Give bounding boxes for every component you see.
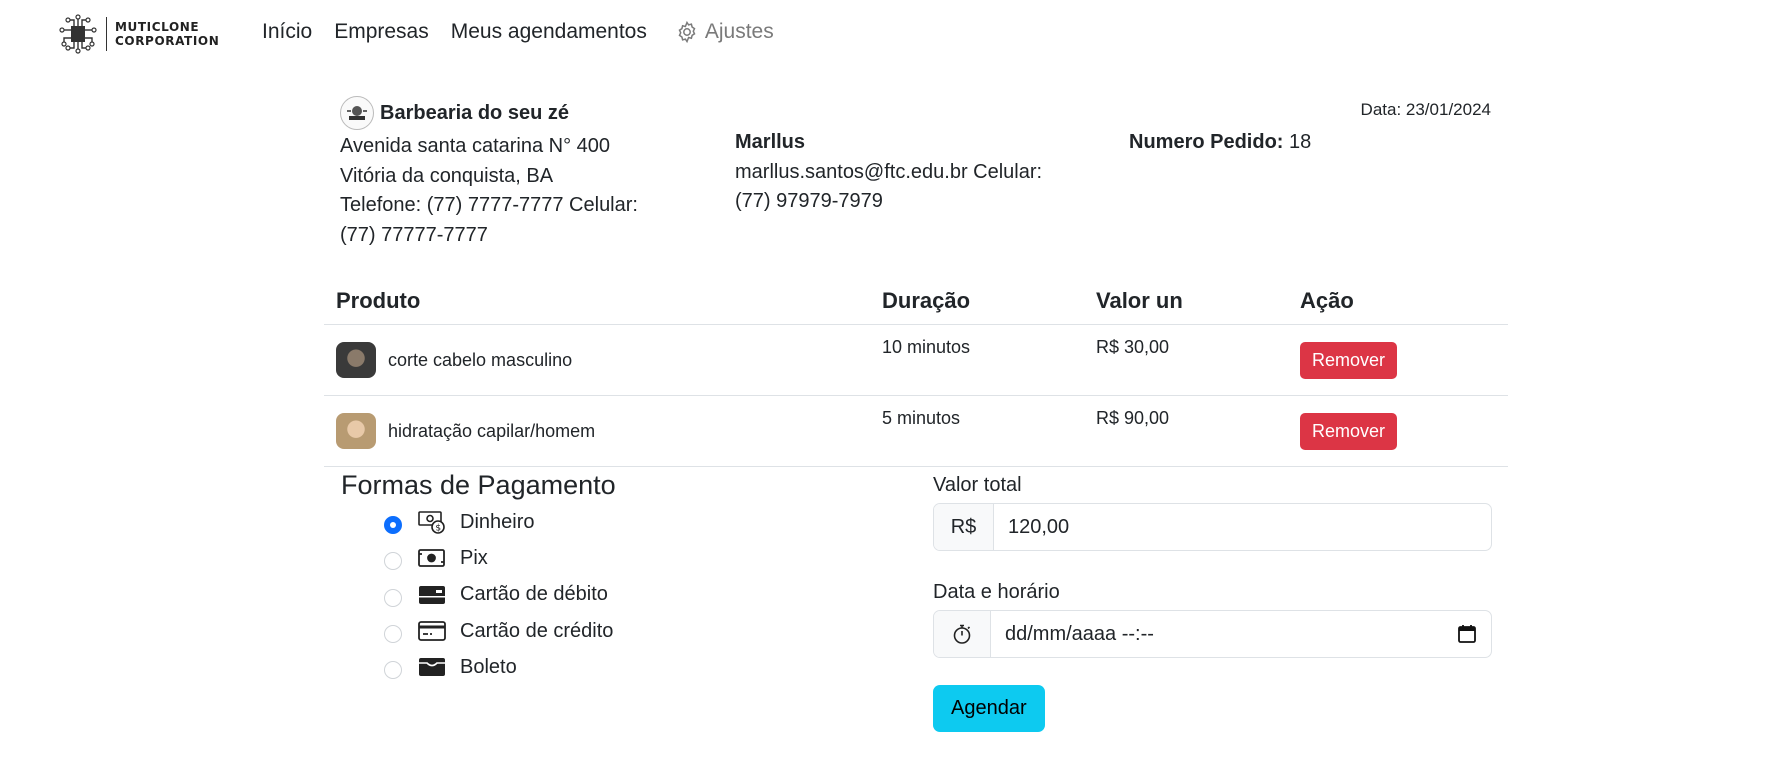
product-thumbnail bbox=[336, 342, 376, 378]
company-title: Barbearia do seu zé bbox=[340, 96, 680, 130]
payment-label-credit: Cartão de crédito bbox=[460, 619, 614, 642]
payment-radio-credit[interactable] bbox=[384, 625, 402, 644]
duration-cell: 5 minutos bbox=[870, 395, 1084, 467]
company-phone: Telefone: (77) 7777-7777 Celular: bbox=[340, 194, 638, 216]
company-address-block: Avenida santa catarina N° 400 Vitória da… bbox=[340, 132, 680, 250]
remove-button[interactable]: Remover bbox=[1300, 341, 1398, 379]
payment-radio-cash[interactable] bbox=[384, 516, 402, 535]
calendar-icon[interactable] bbox=[1457, 624, 1477, 644]
product-cell: hidratação capilar/homem bbox=[324, 395, 870, 467]
brand-name: MUTICLONE CORPORATION bbox=[115, 20, 219, 48]
datetime-input-group: dd/mm/aaaa --:-- bbox=[933, 610, 1492, 658]
payment-radio-pix[interactable] bbox=[384, 552, 402, 571]
logo-divider bbox=[106, 17, 107, 51]
credit-card-icon bbox=[418, 619, 446, 643]
client-mobile: (77) 97979-7979 bbox=[735, 190, 883, 212]
client-email: marllus.santos@ftc.edu.br Celular: bbox=[735, 160, 1043, 183]
datetime-placeholder: dd/mm/aaaa --:-- bbox=[1005, 622, 1154, 645]
product-name: hidratação capilar/homem bbox=[388, 420, 596, 441]
items-table: Produto Duração Valor un Ação corte cabe… bbox=[324, 278, 1508, 467]
product-cell: corte cabelo masculino bbox=[324, 324, 870, 396]
payment-label-pix: Pix bbox=[460, 546, 488, 569]
company-info: Barbearia do seu zé Avenida santa catari… bbox=[340, 96, 680, 250]
payment-option-debit[interactable]: Cartão de débito bbox=[384, 577, 613, 613]
payment-radio-debit[interactable] bbox=[384, 588, 402, 607]
wallet-icon bbox=[418, 655, 446, 679]
svg-text:$: $ bbox=[435, 524, 441, 534]
header-action: Ação bbox=[1288, 278, 1508, 325]
stopwatch-icon bbox=[934, 611, 991, 657]
client-info: Marllus marllus.santos@ftc.edu.br Celula… bbox=[735, 128, 1075, 217]
order-date: Data: 23/01/2024 bbox=[1360, 100, 1491, 119]
total-input[interactable]: 120,00 bbox=[994, 504, 1491, 550]
product-thumbnail bbox=[336, 413, 376, 449]
company-city: Vitória da conquista, BA bbox=[340, 164, 554, 187]
payment-option-pix[interactable]: Pix bbox=[384, 540, 613, 576]
order-number-label: Numero Pedido: bbox=[1129, 131, 1284, 153]
barbershop-logo-icon bbox=[340, 96, 374, 130]
duration-cell: 10 minutos bbox=[870, 324, 1084, 396]
table-row: corte cabelo masculino 10 minutos R$ 30,… bbox=[324, 324, 1508, 396]
company-mobile: (77) 77777-7777 bbox=[340, 223, 488, 246]
payment-option-cash[interactable]: $ Dinheiro bbox=[384, 504, 613, 540]
nav-settings[interactable]: Ajustes bbox=[675, 20, 774, 44]
client-name: Marllus bbox=[735, 131, 806, 153]
remove-button[interactable]: Remover bbox=[1300, 412, 1398, 450]
table-row: hidratação capilar/homem 5 minutos R$ 90… bbox=[324, 395, 1508, 467]
header-duration: Duração bbox=[870, 278, 1084, 325]
circuit-chip-icon bbox=[59, 14, 97, 54]
schedule-button[interactable]: Agendar bbox=[933, 685, 1045, 732]
product-name: corte cabelo masculino bbox=[388, 349, 573, 370]
payment-options: $ Dinheiro Pix Cartão de débito Cartão d… bbox=[384, 504, 613, 685]
cash-coin-icon: $ bbox=[418, 510, 446, 534]
header-product: Produto bbox=[324, 278, 870, 325]
company-address: Avenida santa catarina N° 400 bbox=[340, 135, 611, 157]
brand-logo[interactable]: MUTICLONE CORPORATION bbox=[56, 14, 219, 54]
payment-option-boleto[interactable]: Boleto bbox=[384, 649, 613, 685]
payment-radio-boleto[interactable] bbox=[384, 661, 402, 680]
datetime-input[interactable]: dd/mm/aaaa --:-- bbox=[991, 611, 1491, 657]
payment-title: Formas de Pagamento bbox=[341, 470, 616, 500]
action-cell: Remover bbox=[1288, 324, 1508, 396]
payment-option-credit[interactable]: Cartão de crédito bbox=[384, 613, 613, 649]
nav-links: Início Empresas Meus agendamentos Ajuste… bbox=[262, 20, 774, 44]
payment-label-cash: Dinheiro bbox=[460, 510, 535, 533]
total-label: Valor total bbox=[933, 474, 1022, 496]
order-number: 18 bbox=[1289, 131, 1312, 153]
payment-label-debit: Cartão de débito bbox=[460, 583, 608, 606]
price-cell: R$ 30,00 bbox=[1084, 324, 1288, 396]
total-input-group: R$ 120,00 bbox=[933, 503, 1492, 551]
gear-icon bbox=[678, 20, 696, 44]
nav-settings-label: Ajustes bbox=[704, 20, 774, 43]
price-cell: R$ 90,00 bbox=[1084, 395, 1288, 467]
datetime-label: Data e horário bbox=[933, 581, 1060, 603]
nav-appointments[interactable]: Meus agendamentos bbox=[451, 20, 647, 44]
navbar: MUTICLONE CORPORATION Início Empresas Me… bbox=[0, 0, 1776, 70]
nav-companies[interactable]: Empresas bbox=[334, 20, 429, 44]
brand-line-1: MUTICLONE bbox=[115, 20, 200, 34]
cash-icon bbox=[418, 546, 446, 570]
header-price: Valor un bbox=[1084, 278, 1288, 325]
table-header-row: Produto Duração Valor un Ação bbox=[324, 278, 1508, 325]
order-info: Numero Pedido: 18 bbox=[1129, 128, 1311, 158]
payment-label-boleto: Boleto bbox=[460, 655, 517, 678]
brand-line-2: CORPORATION bbox=[115, 34, 220, 48]
nav-home[interactable]: Início bbox=[262, 20, 312, 44]
debit-card-icon bbox=[418, 583, 446, 607]
company-name: Barbearia do seu zé bbox=[380, 101, 569, 124]
action-cell: Remover bbox=[1288, 395, 1508, 467]
currency-addon: R$ bbox=[934, 504, 994, 550]
